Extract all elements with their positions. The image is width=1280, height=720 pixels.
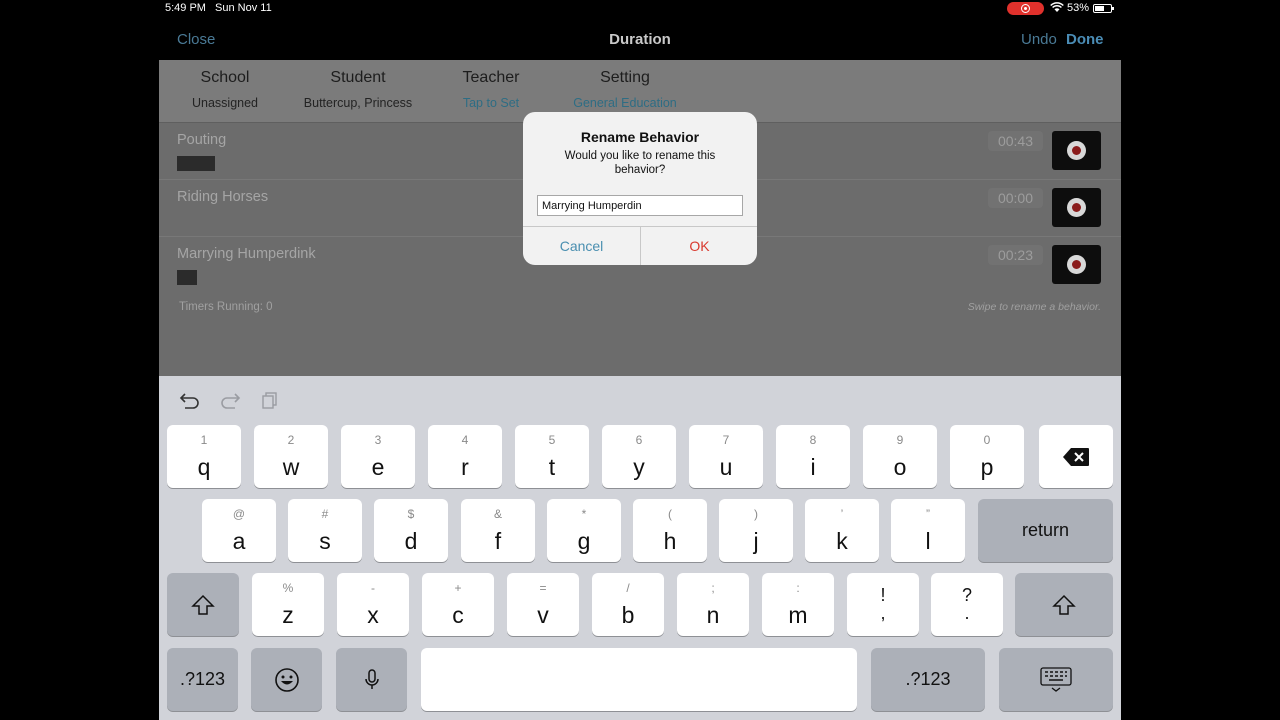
behavior-name: Pouting [177, 132, 227, 148]
record-button[interactable] [1052, 188, 1101, 227]
info-value: Unassigned [191, 96, 258, 110]
key-g[interactable]: * g [547, 499, 621, 562]
emoji-key[interactable] [251, 648, 322, 711]
dismiss-keyboard-key[interactable] [999, 648, 1113, 711]
shift-key-right[interactable] [1015, 573, 1113, 636]
info-value: Buttercup, Princess [303, 96, 413, 110]
wifi-icon [1050, 2, 1064, 16]
nav-bar: Close Duration Undo Done [159, 18, 1121, 60]
cancel-button[interactable]: Cancel [523, 227, 640, 265]
emoji-icon [251, 648, 322, 711]
info-label: Teacher [462, 69, 520, 86]
record-button[interactable] [1052, 245, 1101, 284]
duration-bars [177, 156, 215, 171]
key-e[interactable]: 3e [341, 425, 415, 488]
behavior-name: Riding Horses [177, 189, 269, 205]
info-value[interactable]: General Education [550, 96, 700, 110]
info-school[interactable]: School Unassigned [150, 69, 300, 110]
shift-key-left[interactable] [167, 573, 239, 636]
keyboard-dismiss-icon [999, 648, 1113, 711]
undo-button[interactable]: Undo [1021, 31, 1057, 48]
key-n[interactable]: ; n [677, 573, 749, 636]
key-question-period[interactable]: ?. [931, 573, 1003, 636]
dialog-title: Rename Behavior [580, 129, 700, 145]
info-label: Student [330, 69, 386, 86]
on-screen-keyboard: 1q 2w 3e 4r 5t 6y 7u 8i 9o 0p @ a # s $ d &… [159, 376, 1121, 720]
key-l[interactable]: ” l [891, 499, 965, 562]
status-bar: 5:49 PM Sun Nov 11 53% [0, 0, 1280, 18]
key-r[interactable]: 4r [428, 425, 502, 488]
key-q[interactable]: 1q [167, 425, 241, 488]
record-icon [1067, 198, 1086, 217]
microphone-icon [336, 648, 407, 711]
screen-recording-icon[interactable] [1007, 2, 1044, 15]
info-setting[interactable]: Setting General Education [550, 69, 700, 110]
key-p[interactable]: 0p [950, 425, 1024, 488]
swipe-hint: Swipe to rename a behavior. [967, 301, 1101, 313]
page-title: Duration [609, 31, 671, 48]
record-icon [1067, 255, 1086, 274]
battery-percent: 53% [1067, 2, 1090, 14]
battery-icon [1093, 4, 1114, 13]
behavior-timer: 00:43 [988, 131, 1043, 151]
status-time: 5:49 PM [165, 2, 206, 14]
info-label: Setting [600, 69, 650, 86]
key-z[interactable]: % z [252, 573, 324, 636]
key-o[interactable]: 9o [863, 425, 937, 488]
backspace-key[interactable] [1039, 425, 1113, 488]
ok-button[interactable]: OK [641, 227, 757, 265]
backspace-icon [1039, 425, 1113, 488]
key-w[interactable]: 2w [254, 425, 328, 488]
numbers-key-left[interactable]: .?123 [167, 648, 238, 711]
behavior-timer: 00:23 [988, 245, 1043, 265]
key-v[interactable]: = v [507, 573, 579, 636]
shift-icon [167, 573, 239, 636]
behavior-name-input[interactable] [537, 195, 743, 216]
key-d[interactable]: $ d [374, 499, 448, 562]
key-b[interactable]: / b [592, 573, 664, 636]
space-key[interactable] [421, 648, 857, 711]
key-i[interactable]: 8i [776, 425, 850, 488]
behavior-timer: 00:00 [988, 188, 1043, 208]
info-teacher[interactable]: Teacher Tap to Set [416, 69, 566, 110]
key-s[interactable]: # s [288, 499, 362, 562]
status-date: Sun Nov 11 [215, 2, 272, 14]
redo-icon[interactable] [218, 390, 242, 412]
record-icon [1067, 141, 1086, 160]
key-exclamation-comma[interactable]: !, [847, 573, 919, 636]
shift-icon [1015, 573, 1113, 636]
rename-behavior-dialog: Rename Behavior Would you like to rename… [523, 112, 757, 265]
key-u[interactable]: 7u [689, 425, 763, 488]
key-m[interactable]: :m [762, 573, 834, 636]
dialog-message: Would you like to rename this behavior? [564, 150, 716, 176]
behavior-name: Marrying Humperdink [177, 246, 316, 262]
info-label: School [200, 69, 250, 86]
undo-icon[interactable] [178, 390, 202, 412]
numbers-key-right[interactable]: .?123 [871, 648, 985, 711]
done-button[interactable]: Done [1066, 31, 1104, 48]
key-h[interactable]: (h [633, 499, 707, 562]
info-student[interactable]: Student Buttercup, Princess [283, 69, 433, 110]
key-c[interactable]: + c [422, 573, 494, 636]
duration-bars [177, 270, 197, 285]
key-y[interactable]: 6y [602, 425, 676, 488]
key-f[interactable]: & f [461, 499, 535, 562]
key-j[interactable]: ) j [719, 499, 793, 562]
info-value[interactable]: Tap to Set [416, 96, 566, 110]
record-button[interactable] [1052, 131, 1101, 170]
key-k[interactable]: ’ k [805, 499, 879, 562]
return-key[interactable]: return [978, 499, 1113, 562]
key-t[interactable]: 5t [515, 425, 589, 488]
key-x[interactable]: -x [337, 573, 409, 636]
dictation-key[interactable] [336, 648, 407, 711]
paste-icon[interactable] [258, 390, 282, 412]
ipad-screen: 5:49 PM Sun Nov 11 53% Close Duration Un… [0, 0, 1280, 720]
key-a[interactable]: @ a [202, 499, 276, 562]
status-left: 5:49 PM Sun Nov 11 [165, 2, 278, 14]
timers-running: Timers Running: 0 [179, 301, 273, 313]
